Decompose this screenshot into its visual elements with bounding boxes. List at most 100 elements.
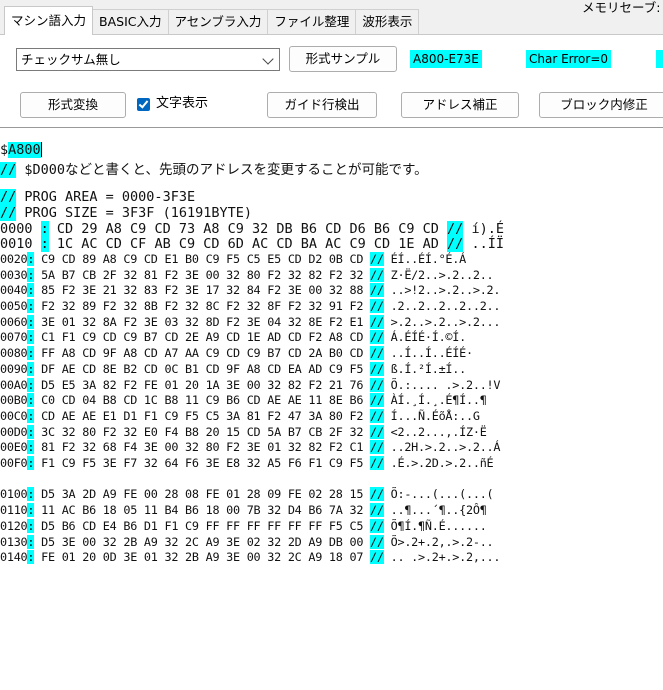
editor-highlight: // [447,236,464,253]
editor-text: C9 CD 89 A8 C9 CD E1 B0 C9 F5 C5 E5 CD D… [34,251,371,266]
editor-text: $D000などと書くと、先頭のアドレスを変更することが可能です。 [16,161,428,178]
editor-highlight: // [370,393,384,408]
block-fix-button[interactable]: ブロック内修正 [539,92,663,118]
editor-highlight: // [370,361,384,376]
editor-text: ß.Í.²Í.±Í.. [383,361,467,376]
editor-line: 0090: DF AE CD 8E B2 CD 0C B1 CD 9F A8 C… [0,361,467,377]
editor-text: 00F0 [0,456,28,470]
tab-4[interactable]: ファイル整理 [267,9,357,35]
editor-highlight: // [370,251,384,266]
editor-highlight: : [40,220,49,237]
editor-line: 0140: FE 01 20 0D 3E 01 32 2B A9 3E 00 3… [0,550,501,565]
editor-text: 0100 [0,487,28,502]
editor-text: 0000 [0,220,41,237]
editor-highlight: A800 [8,142,41,158]
editor-text: 0110 [0,503,28,518]
guide-detect-button[interactable]: ガイド行検出 [267,92,377,118]
editor-line: 0080: FF A8 CD 9F A8 CD A7 AA C9 CD C9 B… [0,346,473,361]
editor-highlight: // [370,283,384,298]
editor-line: 0020: C9 CD 89 A8 C9 CD E1 B0 C9 F5 C5 E… [0,251,466,267]
editor-text: D5 3A 2D A9 FE 00 28 08 FE 01 28 09 FE 0… [34,487,371,502]
editor-text: 0070 [0,330,28,345]
char-error-badge: Char Error=0 [526,50,612,68]
editor-line: 0030: 5A B7 CB 2F 32 81 F2 3E 00 32 80 F… [0,267,494,283]
editor-text: Z·Ë/2..>.2..2.. [383,267,494,282]
editor-highlight: // [370,456,384,470]
editor-line: // PROG SIZE = 3F3F (16191BYTE) [0,204,252,221]
editor-text: 0130 [0,534,28,549]
editor-text: 0020 [0,251,28,266]
editor-line: 0000 : CD 29 A8 C9 CD 73 A8 C9 32 DB B6 … [0,220,504,237]
editor-text: D5 E5 3A 82 F2 FE 01 20 1A 3E 00 32 82 F… [34,377,371,392]
editor-text: C0 CD 04 B8 CD 1C B8 11 C9 B6 CD AE AE 1… [34,393,371,408]
editor-text: 5A B7 CB 2F 32 81 F2 3E 00 32 80 F2 32 8… [34,267,371,282]
checksum-select[interactable]: チェックサム無し [16,48,280,71]
tab-1[interactable]: マシン語入力 [4,6,94,35]
editor-line: 00D0: 3C 32 80 F2 32 E0 F4 B8 20 15 CD 5… [0,424,487,440]
editor-highlight: // [370,518,384,533]
editor-line: 00C0: CD AE AE E1 D1 F1 C9 F5 C5 3A 81 F… [0,408,480,424]
editor-text: F1 C9 F5 3E F7 32 64 F6 3E E8 32 A5 F6 F… [34,456,371,470]
editor-text: Õ>.2+.2,.>.2-.. [383,534,494,549]
editor-line: 0110: 11 AC B6 18 05 11 B4 B6 18 00 7B 3… [0,503,487,518]
editor-text: 85 F2 3E 21 32 83 F2 3E 17 32 84 F2 3E 0… [34,283,371,298]
checksum-select-value: チェックサム無し [21,52,121,67]
editor-text: 00E0 [0,440,28,455]
editor-line: 0010 : 1C AC CD CF AB C9 CD 6D AC CD BA … [0,236,504,253]
control-panel: チェックサム無し 形式サンプル A800-E73E Char Error=0 形… [0,35,663,127]
tab-bar: マシン語入力 BASIC入力 アセンブラ入力 ファイル整理 波形表示 メモリセーブ: [0,0,663,35]
chevron-down-icon [262,53,274,65]
editor-text: 3C 32 80 F2 32 E0 F4 B8 20 15 CD 5A B7 C… [34,424,371,439]
format-convert-button[interactable]: 形式変換 [20,92,126,118]
editor-text: PROG AREA = 0000-3F3E [16,189,196,206]
editor-highlight: // [370,534,384,549]
editor-highlight: // [370,314,384,329]
editor-line: 0050: F2 32 89 F2 32 8B F2 32 8C F2 32 8… [0,299,501,314]
editor-highlight: // [370,330,384,345]
editor-text: .2..2..2..2..2.. [383,299,501,313]
editor-text: Á.ÉÍÉ·Í.©Í. [383,330,467,345]
editor-text: Í...Ñ.ÉõÅ:..G [383,408,480,423]
show-chars-toggle[interactable]: 文字表示 [137,94,208,114]
editor-text: 3E 01 32 8A F2 3E 03 32 8D F2 3E 04 32 8… [34,314,371,329]
editor-text: 81 F2 32 68 F4 3E 00 32 80 F2 3E 01 32 8… [34,440,371,455]
editor-text: .É.>.2D.>.2..ñÉ [383,456,494,470]
editor-line: 0070: C1 F1 C9 CD C9 B7 CD 2E A9 CD 1E A… [0,330,466,345]
editor-line: 00F0: F1 C9 F5 3E F7 32 64 F6 3E E8 32 A… [0,456,494,471]
editor-text: >.2..>.2..>.2... [383,314,501,329]
editor-line: 0130: D5 3E 00 32 2B A9 32 2C A9 3E 02 3… [0,534,494,550]
editor-line: 0100: D5 3A 2D A9 FE 00 28 08 FE 01 28 0… [0,487,494,502]
editor-line: 0060: 3E 01 32 8A F2 3E 03 32 8D F2 3E 0… [0,314,501,330]
editor-text: 0120 [0,518,28,533]
editor-text: C1 F1 C9 CD C9 B7 CD 2E A9 CD 1E AD CD F… [34,330,371,345]
editor-text: 0040 [0,283,28,298]
editor-text: 0050 [0,299,28,313]
editor-text: 00B0 [0,393,28,408]
editor-text: ..ÍÏ [463,236,504,253]
tab-3[interactable]: アセンブラ入力 [167,9,269,35]
editor-text: ..Í..Í..ÉÍÉ· [383,346,474,361]
editor-highlight: // [0,204,17,221]
editor-text: FE 01 20 0D 3E 01 32 2B A9 3E 00 32 2C A… [34,550,371,565]
tab-5[interactable]: 波形表示 [355,9,420,35]
format-sample-button[interactable]: 形式サンプル [289,46,397,72]
editor-line: 00B0: C0 CD 04 B8 CD 1C B8 11 C9 B6 CD A… [0,393,487,408]
editor-text: í).É [463,220,504,237]
address-fix-button[interactable]: アドレス補正 [401,92,519,118]
editor-text: D5 3E 00 32 2B A9 32 2C A9 3E 02 32 2D A… [34,534,371,549]
editor-text: 0090 [0,361,28,376]
editor-text: Õ:-...(...(...( [383,487,494,502]
editor-text: PROG SIZE = 3F3F (16191BYTE) [16,204,252,221]
editor-text: 1C AC CD CF AB C9 CD 6D AC CD BA AC C9 C… [48,236,448,253]
tab-2[interactable]: BASIC入力 [92,9,169,35]
editor-highlight: // [0,189,17,206]
editor-text: 00A0 [0,377,28,392]
editor-highlight: // [370,267,384,282]
code-editor[interactable]: $A800// $D000などと書くと、先頭のアドレスを変更することが可能です。… [0,127,663,690]
editor-line: 0120: D5 B6 CD E4 B6 D1 F1 C9 FF FF FF F… [0,518,487,534]
memory-save-label: メモリセーブ: [582,0,661,15]
editor-text: 0080 [0,346,28,361]
checkbox-checked-icon[interactable] [137,97,150,111]
editor-text: 0060 [0,314,28,329]
editor-line: 00E0: 81 F2 32 68 F4 3E 00 32 80 F2 3E 0… [0,440,501,455]
